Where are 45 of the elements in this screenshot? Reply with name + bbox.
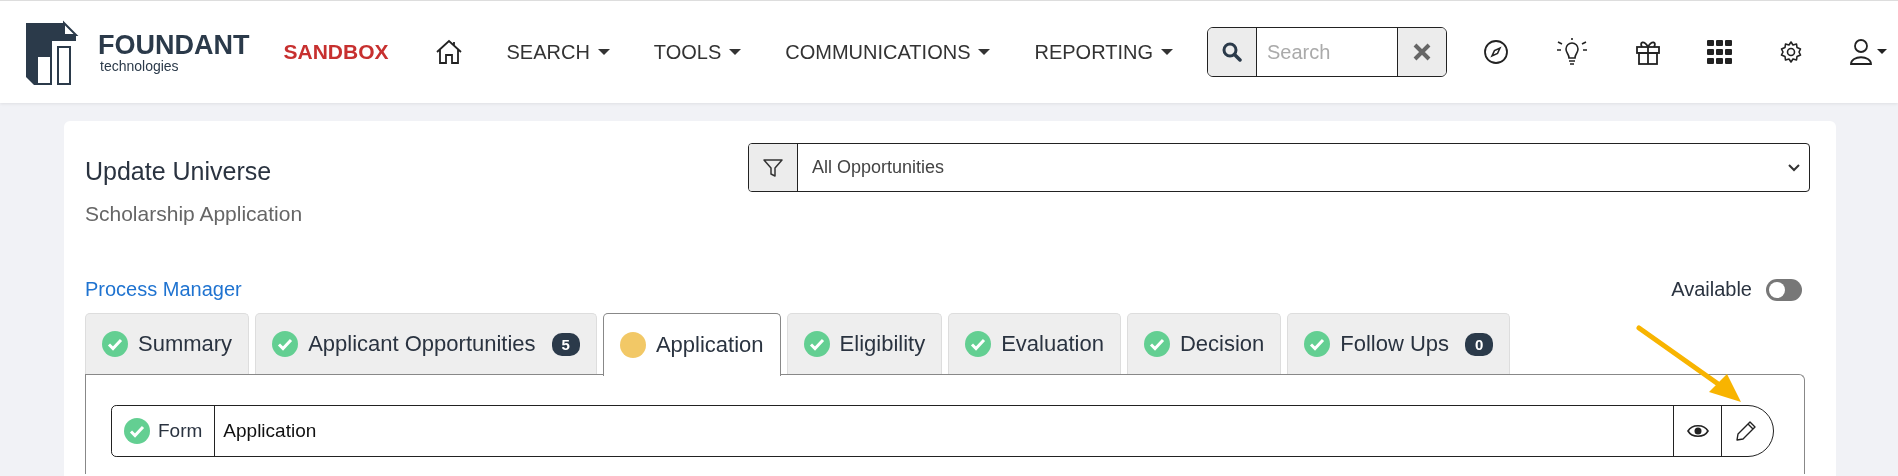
process-tab[interactable]: Decision — [1126, 313, 1282, 374]
count-badge: 5 — [551, 332, 580, 356]
available-toggle[interactable] — [1766, 278, 1802, 301]
process-tab[interactable]: Evaluation — [948, 313, 1121, 374]
process-tab[interactable]: Applicant Opportunities 5 — [255, 313, 597, 374]
process-tab[interactable]: Follow Ups 0 — [1287, 313, 1511, 374]
environment-label: SANDBOX — [283, 40, 389, 64]
page-title: Update Universe — [85, 157, 273, 186]
check-circle-icon — [803, 331, 830, 357]
check-circle-icon — [272, 331, 299, 357]
process-manager-link[interactable]: Process Manager — [85, 278, 242, 301]
check-circle-icon — [965, 331, 992, 357]
check-circle-icon — [1143, 331, 1170, 357]
apps-grid-icon[interactable] — [1707, 40, 1734, 64]
lightbulb-icon[interactable] — [1555, 37, 1590, 67]
available-label: Available — [1671, 278, 1752, 301]
filter-icon[interactable] — [762, 156, 784, 179]
search-icon[interactable] — [1222, 42, 1243, 62]
check-circle-icon — [1304, 331, 1331, 357]
home-icon[interactable] — [434, 39, 463, 65]
compass-icon[interactable] — [1483, 39, 1510, 65]
check-circle-icon — [124, 418, 150, 444]
nav-menu[interactable]: REPORTING — [1034, 40, 1174, 64]
pencil-icon — [1734, 420, 1757, 442]
logo-tagline: technologies — [100, 58, 180, 73]
page-subtitle: Scholarship Application — [85, 202, 303, 226]
close-icon[interactable] — [1413, 43, 1432, 61]
logo-name: FOUNDANT — [98, 31, 250, 59]
process-tab[interactable]: Application — [602, 313, 781, 376]
check-circle-icon — [102, 331, 128, 357]
nav-menu[interactable]: TOOLS — [653, 40, 742, 64]
user-menu-icon[interactable] — [1849, 38, 1890, 66]
settings-icon[interactable] — [1779, 40, 1804, 64]
form-label: Form — [158, 420, 203, 442]
search-field[interactable]: Search — [1207, 27, 1448, 77]
process-tab[interactable]: Eligibility — [786, 313, 943, 374]
status-dot-icon — [619, 332, 646, 358]
eye-icon — [1686, 423, 1709, 439]
nav-menu[interactable]: COMMUNICATIONS — [785, 40, 991, 64]
chevron-down-icon — [1787, 162, 1801, 173]
count-badge: 0 — [1465, 332, 1494, 356]
nav-menu[interactable]: SEARCH — [506, 40, 610, 64]
form-name: Application — [222, 419, 318, 443]
process-tab[interactable]: Summary — [85, 313, 250, 374]
opportunity-select[interactable]: All Opportunities — [748, 143, 1810, 192]
